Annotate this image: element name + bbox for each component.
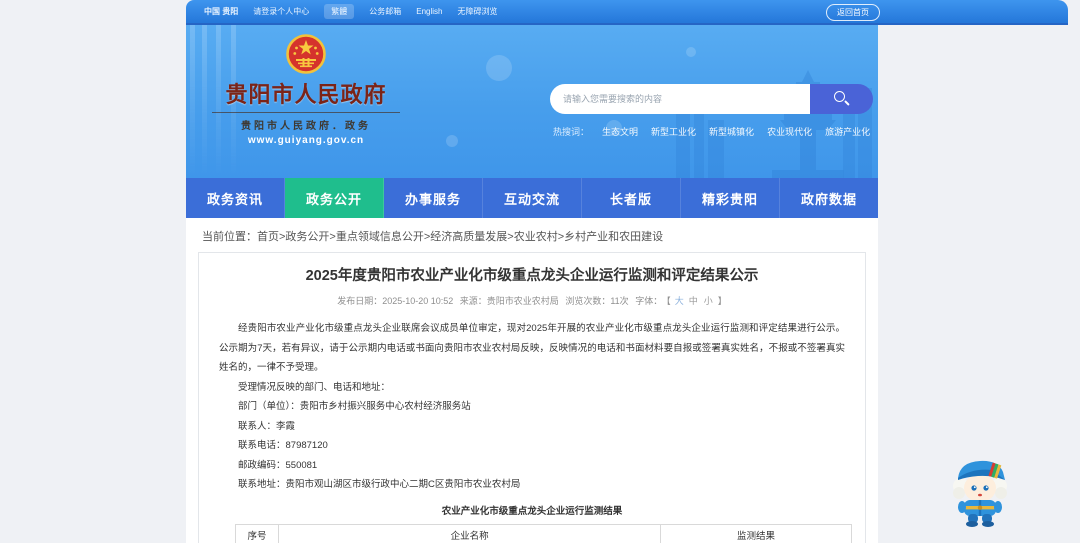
font-size-small-button[interactable]: 小 bbox=[704, 296, 713, 306]
government-logo[interactable]: 贵阳市人民政府 贵阳市人民政府．政务 www.guiyang.gov.cn bbox=[208, 33, 404, 146]
hot-term-agriculture[interactable]: 农业现代化 bbox=[767, 125, 812, 138]
monitoring-table-title: 农业产业化市级重点龙头企业运行监测结果 bbox=[441, 505, 623, 517]
col-header-index: 序号 bbox=[234, 523, 280, 543]
nav-item-interaction[interactable]: 互动交流 bbox=[483, 178, 582, 218]
mascot-icon bbox=[953, 460, 1007, 527]
department-line: 部门（单位）：贵阳市乡村振兴服务中心农村经济服务站 bbox=[238, 401, 471, 412]
city-skyline-decoration bbox=[676, 70, 872, 178]
national-emblem-icon bbox=[286, 34, 326, 74]
publish-date: 发布日期：2025-10-20 10:52 bbox=[337, 296, 454, 306]
postal-code-line: 邮政编码：550081 bbox=[238, 459, 318, 471]
topbar-site-name[interactable]: 中国 贵阳 bbox=[204, 6, 238, 17]
breadcrumb-label: 当前位置： bbox=[202, 231, 257, 243]
article-body: 经贵阳市农业产业化市级重点龙头企业联席会议成员单位审定，现对2025年开展的农业… bbox=[219, 319, 845, 495]
main-navigation: 政务资讯 政务公开 办事服务 互动交流 长者版 精彩贵阳 政府数据 bbox=[186, 178, 878, 218]
top-utility-bar: 中国 贵阳 请登录个人中心 繁體 公务邮箱 English 无障碍浏览 返回首页 bbox=[186, 0, 1068, 25]
topbar-english-link[interactable]: English bbox=[416, 7, 442, 16]
article-source: 来源：贵阳市农业农村局 bbox=[459, 296, 559, 306]
article-title: 2025年度贵阳市农业产业化市级重点龙头企业运行监测和评定结果公示 bbox=[305, 268, 759, 284]
contact-phone-line: 联系电话：87987120 bbox=[238, 440, 328, 451]
nav-item-news[interactable]: 政务资讯 bbox=[186, 178, 285, 218]
nav-item-gov-data[interactable]: 政府数据 bbox=[780, 178, 878, 218]
breadcrumb-path[interactable]: 首页>政务公开>重点领域信息公开>经济高质量发展>农业农村>乡村产业和农田建设 bbox=[257, 231, 663, 243]
logo-divider bbox=[212, 112, 400, 113]
search-box bbox=[550, 84, 873, 114]
font-size-large-button[interactable]: 大 bbox=[675, 296, 684, 306]
hot-term-ecology[interactable]: 生态文明 bbox=[602, 125, 638, 138]
contact-intro-line: 受理情况反映的部门、电话和地址： bbox=[238, 381, 391, 393]
view-count: 浏览次数：11次 bbox=[565, 296, 629, 306]
hot-search-row: 热搜词： 生态文明 新型工业化 新型城镇化 农业现代化 旅游产业化 贵阳简介 bbox=[553, 125, 878, 138]
search-input[interactable] bbox=[550, 84, 810, 114]
site-subtitle: 贵阳市人民政府．政务 bbox=[241, 121, 371, 132]
nav-item-wonderful-guiyang[interactable]: 精彩贵阳 bbox=[681, 178, 780, 218]
hot-term-industrialization[interactable]: 新型工业化 bbox=[651, 125, 696, 138]
nav-item-services[interactable]: 办事服务 bbox=[384, 178, 483, 218]
topbar-traditional-chinese[interactable]: 繁體 bbox=[324, 4, 355, 19]
font-size-medium-button[interactable]: 中 bbox=[689, 296, 698, 306]
site-url: www.guiyang.gov.cn bbox=[247, 135, 365, 146]
hot-term-urbanization[interactable]: 新型城镇化 bbox=[709, 125, 754, 138]
font-size-label: 字体： bbox=[635, 296, 663, 306]
article-card: 2025年度贵阳市农业产业化市级重点龙头企业运行监测和评定结果公示 发布日期：2… bbox=[198, 252, 866, 543]
topbar-official-mailbox[interactable]: 公务邮箱 bbox=[369, 6, 401, 17]
topbar-login-link[interactable]: 请登录个人中心 bbox=[253, 6, 309, 17]
search-button[interactable] bbox=[810, 84, 873, 114]
nav-item-senior-version[interactable]: 长者版 bbox=[582, 178, 681, 218]
hot-term-tourism[interactable]: 旅游产业化 bbox=[825, 125, 870, 138]
announcement-paragraph: 经贵阳市农业产业化市级重点龙头企业联席会议成员单位审定，现对2025年开展的农业… bbox=[219, 323, 845, 373]
col-header-company: 企业名称 bbox=[278, 523, 662, 543]
assistant-mascot[interactable] bbox=[948, 450, 1012, 533]
bokeh-circle bbox=[486, 55, 512, 81]
font-bracket-open: 【 bbox=[666, 296, 671, 306]
site-container: 贵阳市人民政府 贵阳市人民政府．政务 www.guiyang.gov.cn 热搜… bbox=[186, 25, 878, 543]
hot-search-label: 热搜词： bbox=[553, 127, 590, 137]
topbar-accessibility-link[interactable]: 无障碍浏览 bbox=[457, 6, 497, 17]
font-bracket-close: 】 bbox=[717, 296, 727, 306]
magnifier-icon bbox=[834, 91, 845, 102]
site-header: 贵阳市人民政府 贵阳市人民政府．政务 www.guiyang.gov.cn 热搜… bbox=[186, 25, 878, 178]
contact-person-line: 联系人：李霞 bbox=[238, 420, 296, 432]
breadcrumb: 当前位置：首页>政务公开>重点领域信息公开>经济高质量发展>农业农村>乡村产业和… bbox=[202, 228, 878, 244]
col-header-result: 监测结果 bbox=[660, 523, 852, 543]
back-to-home-button[interactable]: 返回首页 bbox=[826, 4, 880, 21]
site-title: 贵阳市人民政府 bbox=[225, 82, 387, 107]
article-meta: 发布日期：2025-10-20 10:52 来源：贵阳市农业农村局 浏览次数：1… bbox=[219, 294, 845, 307]
table-header-row: 序号 企业名称 监测结果 bbox=[234, 523, 852, 543]
monitoring-result-table: 序号 企业名称 监测结果 1 贵州合力超市采购有限公司 合格 2 贵州友禾种业有… bbox=[234, 523, 852, 543]
bokeh-circle bbox=[686, 47, 696, 57]
contact-address-line: 联系地址：贵阳市观山湖区市级行政中心二期C区贵阳市农业农村局 bbox=[238, 479, 521, 490]
bokeh-circle bbox=[446, 135, 458, 147]
nav-item-gov-disclosure[interactable]: 政务公开 bbox=[285, 178, 384, 218]
